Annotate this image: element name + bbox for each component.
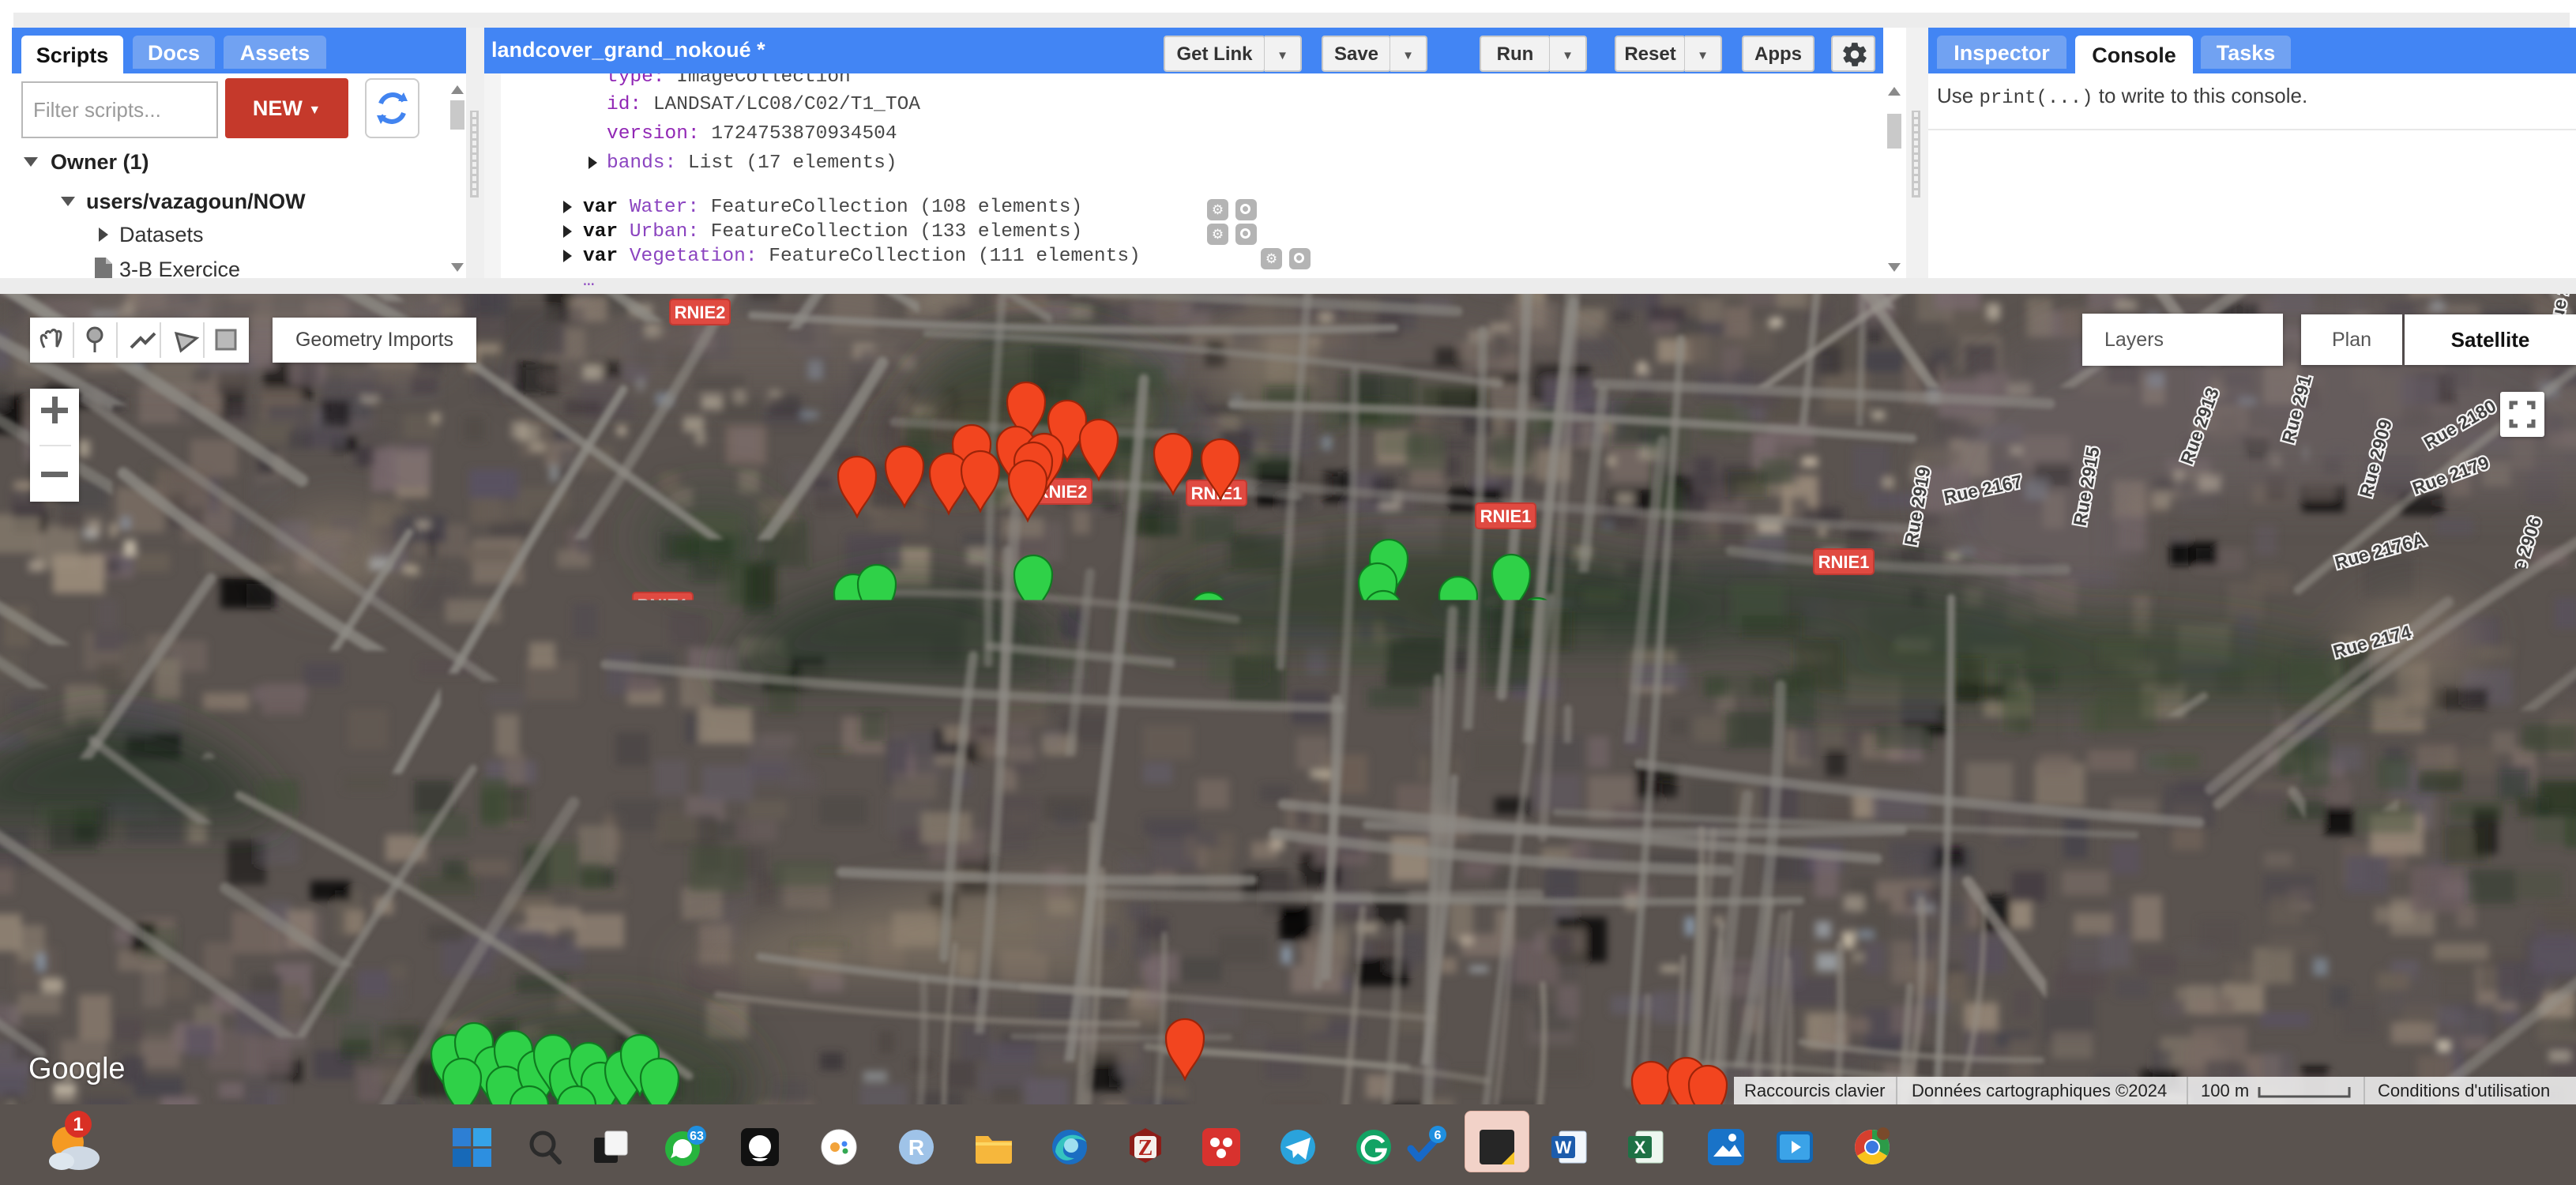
- svg-text:PRE: PRE: [2509, 1153, 2530, 1165]
- svg-text:6: 6: [1435, 1129, 1442, 1142]
- svg-text:RNIE1: RNIE1: [2153, 638, 2204, 658]
- svg-text:X: X: [1634, 1138, 1646, 1157]
- svg-text:RNIE1: RNIE1: [637, 596, 689, 615]
- svg-text:R: R: [908, 1135, 924, 1160]
- svg-text:W: W: [1555, 1138, 1572, 1157]
- svg-text:RNIE1: RNIE1: [1480, 506, 1532, 526]
- svg-text:RNIE1: RNIE1: [226, 959, 277, 979]
- svg-text:63: 63: [690, 1130, 704, 1143]
- svg-text:RNIE2: RNIE2: [675, 303, 726, 322]
- svg-text:Z: Z: [1138, 1136, 1153, 1161]
- svg-text:RNIE1: RNIE1: [1818, 552, 1870, 572]
- svg-text:1: 1: [73, 1114, 83, 1135]
